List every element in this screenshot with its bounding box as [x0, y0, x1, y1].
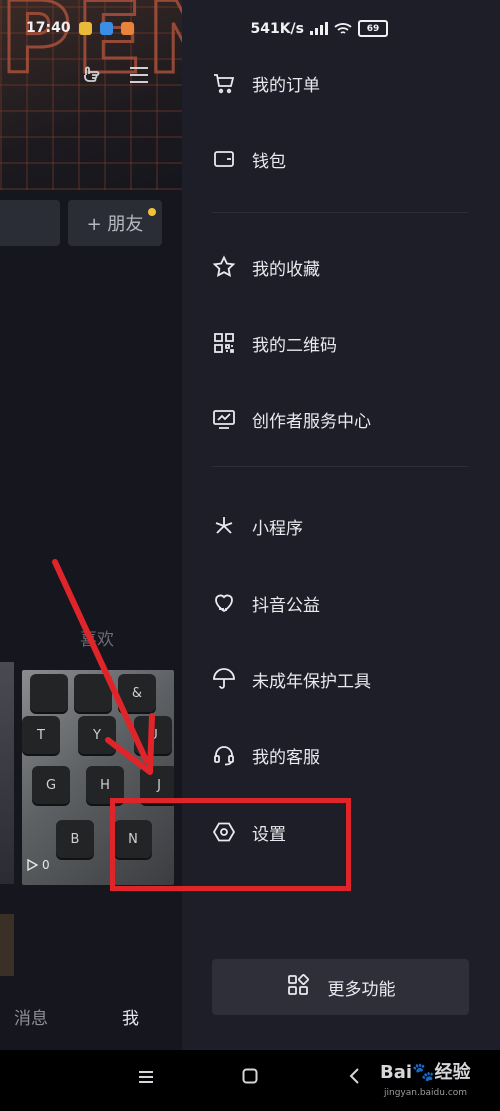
annotation-arrow	[52, 559, 155, 775]
annotation-highlight-box	[110, 798, 351, 891]
